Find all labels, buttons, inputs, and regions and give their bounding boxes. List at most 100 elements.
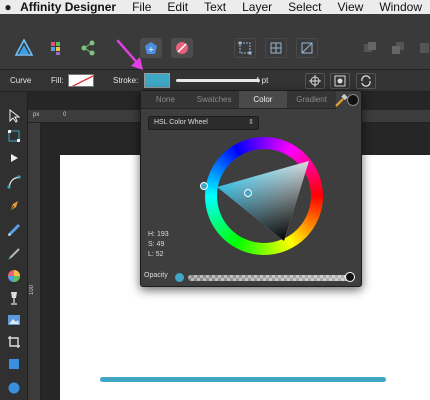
fill-tool[interactable] xyxy=(4,266,24,286)
tab-color[interactable]: Color xyxy=(238,91,288,108)
export-persona-icon xyxy=(81,40,95,56)
stroke-width-track xyxy=(176,79,260,82)
color-picker-icon[interactable] xyxy=(334,94,348,108)
menu-layer[interactable]: Layer xyxy=(234,0,280,14)
tab-gradient[interactable]: Gradient xyxy=(287,91,336,108)
pixel-persona-icon xyxy=(51,42,60,55)
crosshair-icon xyxy=(309,75,321,87)
place-image-tool[interactable] xyxy=(4,310,24,330)
tools-panel xyxy=(0,92,28,400)
move-tool-icon xyxy=(9,109,20,123)
color-popover: None Swatches Color Gradient HSL Color W… xyxy=(140,90,362,287)
arrange-back-button[interactable] xyxy=(390,40,406,56)
vector-brush-tool[interactable] xyxy=(4,244,24,264)
place-image-icon xyxy=(8,315,20,325)
tool-name-label: Curve xyxy=(10,76,32,85)
opacity-slider[interactable] xyxy=(188,275,350,281)
menu-window[interactable]: Window xyxy=(371,0,430,14)
stroke-label: Stroke: xyxy=(113,76,139,85)
vertical-ruler[interactable]: 100 xyxy=(28,123,41,400)
grid-icon xyxy=(270,42,282,54)
snap-curves-button[interactable] xyxy=(356,73,376,89)
menu-bar: ● Affinity Designer File Edit Text Layer… xyxy=(0,0,430,14)
curve-stroke[interactable] xyxy=(100,377,386,382)
corner-tool[interactable] xyxy=(4,148,24,168)
export-persona-button[interactable] xyxy=(78,38,98,58)
crop-tool[interactable] xyxy=(4,332,24,352)
app-window: ● Affinity Designer File Edit Text Layer… xyxy=(0,0,430,400)
svg-text:+: + xyxy=(148,45,155,54)
pixel-persona-button[interactable] xyxy=(47,38,67,58)
snap-transform-button[interactable] xyxy=(296,38,318,58)
opacity-handle[interactable] xyxy=(345,272,355,282)
hue-handle[interactable] xyxy=(200,182,208,190)
pencil-tool[interactable] xyxy=(4,220,24,240)
tab-swatches[interactable]: Swatches xyxy=(190,91,239,108)
color-mode-select[interactable]: HSL Color Wheel ⇕ xyxy=(148,116,259,130)
ellipse-tool[interactable] xyxy=(4,378,24,398)
no-fill-icon xyxy=(71,75,93,86)
transparency-tool-icon xyxy=(11,292,17,305)
menu-view[interactable]: View xyxy=(330,0,372,14)
pen-tool[interactable] xyxy=(4,196,24,216)
saturation-lightness-handle[interactable] xyxy=(244,189,252,197)
arrange-back-icon xyxy=(392,42,404,54)
arrange-more-button[interactable] xyxy=(418,40,430,56)
arrange-front-icon xyxy=(364,42,376,52)
fill-label: Fill: xyxy=(51,76,64,85)
bounding-box-icon xyxy=(238,41,252,55)
snap-point-button[interactable] xyxy=(305,73,325,89)
point-transform-icon xyxy=(7,175,21,189)
stroke-swatch[interactable] xyxy=(144,73,170,88)
color-mode-value: HSL Color Wheel xyxy=(154,119,208,126)
menu-text[interactable]: Text xyxy=(196,0,234,14)
arrange-front-button[interactable] xyxy=(362,40,378,56)
stroke-width-value: 4 pt xyxy=(255,76,269,85)
fill-swatch[interactable] xyxy=(68,74,94,87)
vector-brush-icon xyxy=(8,248,20,260)
chevron-up-down-icon: ⇕ xyxy=(248,119,254,126)
saturation-value: S: 49 xyxy=(148,241,165,248)
app-toolbar: + xyxy=(0,14,430,70)
rectangle-tool-icon xyxy=(9,359,19,369)
tab-none[interactable]: None xyxy=(141,91,190,108)
arrange-more-icon xyxy=(420,43,429,53)
pencil-tool-icon xyxy=(7,223,21,237)
lightness-value: L: 52 xyxy=(148,251,164,258)
color-popover-tabs: None Swatches Color Gradient xyxy=(141,91,336,109)
menu-select[interactable]: Select xyxy=(280,0,329,14)
corner-tool-icon xyxy=(11,154,18,162)
snap-grid-button[interactable] xyxy=(265,38,287,58)
stroke-width-slider[interactable]: 4 pt xyxy=(176,76,272,86)
show-nodes-button[interactable] xyxy=(330,73,350,89)
node-tool-icon xyxy=(8,130,20,142)
menu-file[interactable]: File xyxy=(124,0,159,14)
designer-persona-button[interactable] xyxy=(14,38,34,58)
opacity-color-dot xyxy=(175,273,184,282)
fill-tool-icon xyxy=(8,270,20,282)
shape-add-icon: + xyxy=(145,42,157,54)
hsl-color-wheel[interactable] xyxy=(200,137,323,255)
node-visibility-icon xyxy=(334,75,346,87)
hue-value: H: 193 xyxy=(148,231,169,238)
point-transform-tool[interactable] xyxy=(4,172,24,192)
app-menu[interactable]: Affinity Designer xyxy=(16,0,124,14)
apple-menu-icon[interactable]: ● xyxy=(0,0,16,14)
ruler-unit: px xyxy=(33,112,40,118)
designer-persona-icon xyxy=(15,39,33,56)
rectangle-tool[interactable] xyxy=(4,354,24,374)
opacity-gradient xyxy=(188,275,350,281)
move-tool[interactable] xyxy=(4,106,24,126)
crop-tool-icon xyxy=(8,336,20,348)
opacity-label: Opacity xyxy=(144,272,168,279)
picker-color-well[interactable] xyxy=(347,94,359,106)
menu-edit[interactable]: Edit xyxy=(159,0,196,14)
geometry-subtract-button[interactable] xyxy=(171,38,193,58)
snap-bounding-button[interactable] xyxy=(234,38,256,58)
saturation-lightness-triangle[interactable] xyxy=(217,149,311,243)
pen-tool-icon xyxy=(9,201,18,212)
transparency-tool[interactable] xyxy=(4,288,24,308)
transform-origin-icon xyxy=(301,42,313,54)
ruler-tick-label: 0 xyxy=(63,112,67,118)
node-tool[interactable] xyxy=(4,126,24,146)
